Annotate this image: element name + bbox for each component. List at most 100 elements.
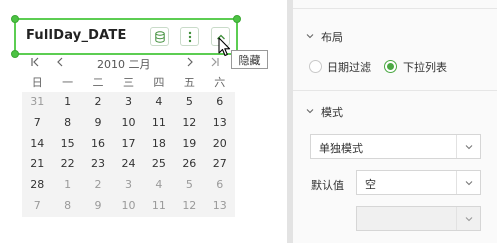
hide-tooltip: 隐藏 xyxy=(231,50,268,69)
default-value-select[interactable]: 空 xyxy=(356,170,481,195)
calendar-day[interactable]: 5 xyxy=(174,175,204,195)
chevron-down-icon xyxy=(465,180,472,185)
calendar-day[interactable]: 17 xyxy=(113,134,143,154)
mode-select-arrow[interactable] xyxy=(456,135,480,158)
calendar-day[interactable]: 19 xyxy=(174,134,204,154)
next-month-icon[interactable] xyxy=(184,56,196,68)
radio-dropdown-list[interactable] xyxy=(384,60,397,73)
calendar-day[interactable]: 9 xyxy=(83,196,113,216)
calendar-day[interactable]: 12 xyxy=(174,196,204,216)
default-value-select-arrow[interactable] xyxy=(456,171,480,194)
calendar-week-row: 31 1 2 3 4 5 6 xyxy=(22,92,235,112)
first-page-icon[interactable] xyxy=(29,56,41,68)
calendar-grid: 31 1 2 3 4 5 6 7 8 9 10 11 12 13 14 15 16 17 18 19 20 21 22 23 2… xyxy=(22,92,235,217)
calendar-day[interactable]: 16 xyxy=(83,134,113,154)
calendar-day[interactable]: 2 xyxy=(83,175,113,195)
resize-handle-top-right[interactable] xyxy=(233,15,241,23)
default-value-label: 默认值 xyxy=(311,179,344,192)
calendar-day[interactable]: 27 xyxy=(205,154,235,174)
last-page-icon[interactable] xyxy=(209,56,221,68)
calendar-day[interactable]: 8 xyxy=(52,196,82,216)
radio-date-filter[interactable] xyxy=(309,60,322,73)
mouse-cursor-icon xyxy=(218,37,231,57)
calendar-day[interactable]: 13 xyxy=(205,113,235,133)
weekday-label: 一 xyxy=(62,76,74,89)
calendar-day[interactable]: 13 xyxy=(205,196,235,216)
weekday-label: 日 xyxy=(31,76,43,89)
calendar-day[interactable]: 4 xyxy=(144,175,174,195)
secondary-value-select-arrow[interactable] xyxy=(456,207,480,230)
radio-date-filter-label[interactable]: 日期过滤 xyxy=(327,59,371,75)
calendar-week-row: 21 22 23 24 25 26 27 xyxy=(22,154,235,174)
calendar-day[interactable]: 9 xyxy=(83,113,113,133)
resize-handle-top-left[interactable] xyxy=(11,15,19,23)
calendar-day[interactable]: 31 xyxy=(22,92,52,112)
date-widget[interactable]: FullDay_DATE xyxy=(11,15,241,58)
mode-section-header[interactable]: 模式 xyxy=(293,97,497,127)
calendar-day[interactable]: 6 xyxy=(205,175,235,195)
calendar-day[interactable]: 7 xyxy=(22,196,52,216)
prev-month-icon[interactable] xyxy=(54,56,66,68)
calendar-day[interactable]: 25 xyxy=(144,154,174,174)
calendar-day[interactable]: 3 xyxy=(113,175,143,195)
secondary-value-select[interactable] xyxy=(356,206,481,231)
mode-section-title: 模式 xyxy=(321,106,343,119)
calendar-day[interactable]: 21 xyxy=(22,154,52,174)
calendar-day[interactable]: 7 xyxy=(22,113,52,133)
chevron-down-icon xyxy=(465,216,472,221)
calendar-week-row: 14 15 16 17 18 19 20 xyxy=(22,134,235,154)
calendar-day[interactable]: 10 xyxy=(113,196,143,216)
calendar-week-row: 7 8 9 10 11 12 13 xyxy=(22,196,235,216)
calendar-day[interactable]: 26 xyxy=(174,154,204,174)
weekday-label: 二 xyxy=(92,76,104,89)
calendar-day[interactable]: 11 xyxy=(144,113,174,133)
calendar-week-row: 7 8 9 10 11 12 13 xyxy=(22,113,235,133)
calendar-day[interactable]: 11 xyxy=(144,196,174,216)
chevron-down-icon xyxy=(306,34,314,39)
calendar-day[interactable]: 18 xyxy=(144,134,174,154)
calendar-day[interactable]: 20 xyxy=(205,134,235,154)
calendar-day[interactable]: 23 xyxy=(83,154,113,174)
calendar-day[interactable]: 10 xyxy=(113,113,143,133)
widget-title: FullDay_DATE xyxy=(26,28,127,43)
section-separator xyxy=(293,8,497,9)
calendar-day[interactable]: 28 xyxy=(22,175,52,195)
default-value-select-value: 空 xyxy=(365,178,376,191)
weekday-label: 六 xyxy=(214,76,226,89)
calendar-day[interactable]: 14 xyxy=(22,134,52,154)
calendar-day[interactable]: 8 xyxy=(52,113,82,133)
weekday-label: 三 xyxy=(122,76,134,89)
calendar-nav: 2010 二月 xyxy=(27,55,235,73)
layout-section-title: 布局 xyxy=(321,31,343,44)
weekday-header: 日一二三四五六 xyxy=(22,74,235,90)
weekday-label: 四 xyxy=(153,76,165,89)
calendar-month-label[interactable]: 2010 二月 xyxy=(97,56,151,72)
calendar-day[interactable]: 1 xyxy=(52,175,82,195)
chevron-down-icon xyxy=(306,109,314,114)
more-vertical-icon xyxy=(188,31,191,42)
calendar-day[interactable]: 1 xyxy=(52,92,82,112)
layout-section-header[interactable]: 布局 xyxy=(293,22,497,52)
calendar-day[interactable]: 6 xyxy=(205,92,235,112)
calendar-week-row: 28 1 2 3 4 5 6 xyxy=(22,175,235,195)
calendar-day[interactable]: 24 xyxy=(113,154,143,174)
weekday-label: 五 xyxy=(183,76,195,89)
calendar-day[interactable]: 5 xyxy=(174,92,204,112)
radio-dropdown-list-label[interactable]: 下拉列表 xyxy=(403,59,447,75)
chevron-down-icon xyxy=(465,144,472,149)
canvas-area: FullDay_DATE 隐藏 2010 二月 日 一 二 三 四 五 六 31… xyxy=(0,0,287,243)
property-panel: 布局 日期过滤 下拉列表 模式 单独模式 默认值 空 xyxy=(293,0,497,243)
calendar-day[interactable]: 4 xyxy=(144,92,174,112)
more-options-button[interactable] xyxy=(180,27,199,46)
calendar-day[interactable]: 3 xyxy=(113,92,143,112)
calendar-day[interactable]: 2 xyxy=(83,92,113,112)
data-source-button[interactable] xyxy=(150,27,169,46)
resize-handle-bottom-left[interactable] xyxy=(11,50,19,58)
calendar-day[interactable]: 12 xyxy=(174,113,204,133)
section-separator xyxy=(293,90,497,91)
mode-select[interactable]: 单独模式 xyxy=(310,134,481,159)
calendar-day[interactable]: 22 xyxy=(52,154,82,174)
database-icon xyxy=(154,30,165,43)
calendar-day[interactable]: 15 xyxy=(52,134,82,154)
mode-select-value: 单独模式 xyxy=(319,142,363,155)
